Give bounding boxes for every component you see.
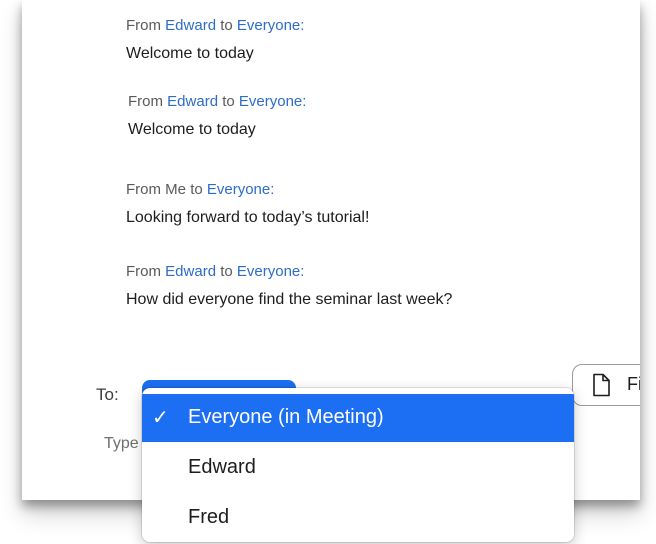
message-prefix: From: [126, 181, 161, 198]
recipient-dropdown-menu: ✓ Everyone (in Meeting) Edward Fred: [142, 388, 574, 542]
message-header: From Me to Everyone:: [126, 180, 369, 200]
menu-item-fred[interactable]: Fred: [142, 494, 574, 542]
document-icon: [591, 373, 611, 402]
message-prefix: From: [126, 17, 161, 34]
message-to: to: [220, 17, 233, 34]
message-text: How did everyone find the seminar last w…: [126, 291, 453, 308]
message-prefix: From: [128, 93, 163, 110]
message-text: Welcome to today: [128, 121, 256, 138]
to-label: To:: [96, 385, 119, 404]
menu-item-label: Edward: [188, 456, 256, 478]
file-button-label: Fi: [627, 374, 640, 394]
menu-item-label: Everyone (in Meeting): [188, 406, 384, 428]
message-recipient[interactable]: Everyone:: [239, 93, 307, 110]
message-to: to: [190, 181, 203, 198]
message-to: to: [220, 263, 233, 280]
message-to: to: [222, 93, 235, 110]
message-header: From Edward to Everyone:: [128, 92, 306, 112]
message-sender: Me: [165, 181, 187, 198]
message-recipient[interactable]: Everyone:: [237, 263, 305, 280]
menu-item-everyone[interactable]: ✓ Everyone (in Meeting): [142, 394, 574, 442]
message-recipient[interactable]: Everyone:: [207, 181, 275, 198]
message-header: From Edward to Everyone:: [126, 262, 452, 282]
message-text: Welcome to today: [126, 45, 254, 62]
message-header: From Edward to Everyone:: [126, 16, 304, 36]
message-sender[interactable]: Edward: [165, 263, 216, 280]
message-sender[interactable]: Edward: [165, 17, 216, 34]
checkmark-icon: ✓: [152, 407, 169, 429]
message-sender[interactable]: Edward: [167, 93, 218, 110]
message-prefix: From: [126, 263, 161, 280]
chat-message: From Me to Everyone: Looking forward to …: [126, 180, 369, 228]
chat-message: From Edward to Everyone: How did everyon…: [126, 262, 452, 310]
message-input-placeholder[interactable]: Type: [104, 435, 139, 453]
menu-item-label: Fred: [188, 506, 230, 528]
chat-message: From Edward to Everyone: Welcome to toda…: [128, 92, 306, 140]
menu-item-edward[interactable]: Edward: [142, 444, 574, 492]
message-text: Looking forward to today’s tutorial!: [126, 209, 370, 226]
file-button[interactable]: Fi: [572, 364, 640, 406]
message-recipient[interactable]: Everyone:: [237, 17, 305, 34]
chat-message: From Edward to Everyone: Welcome to toda…: [126, 16, 304, 64]
